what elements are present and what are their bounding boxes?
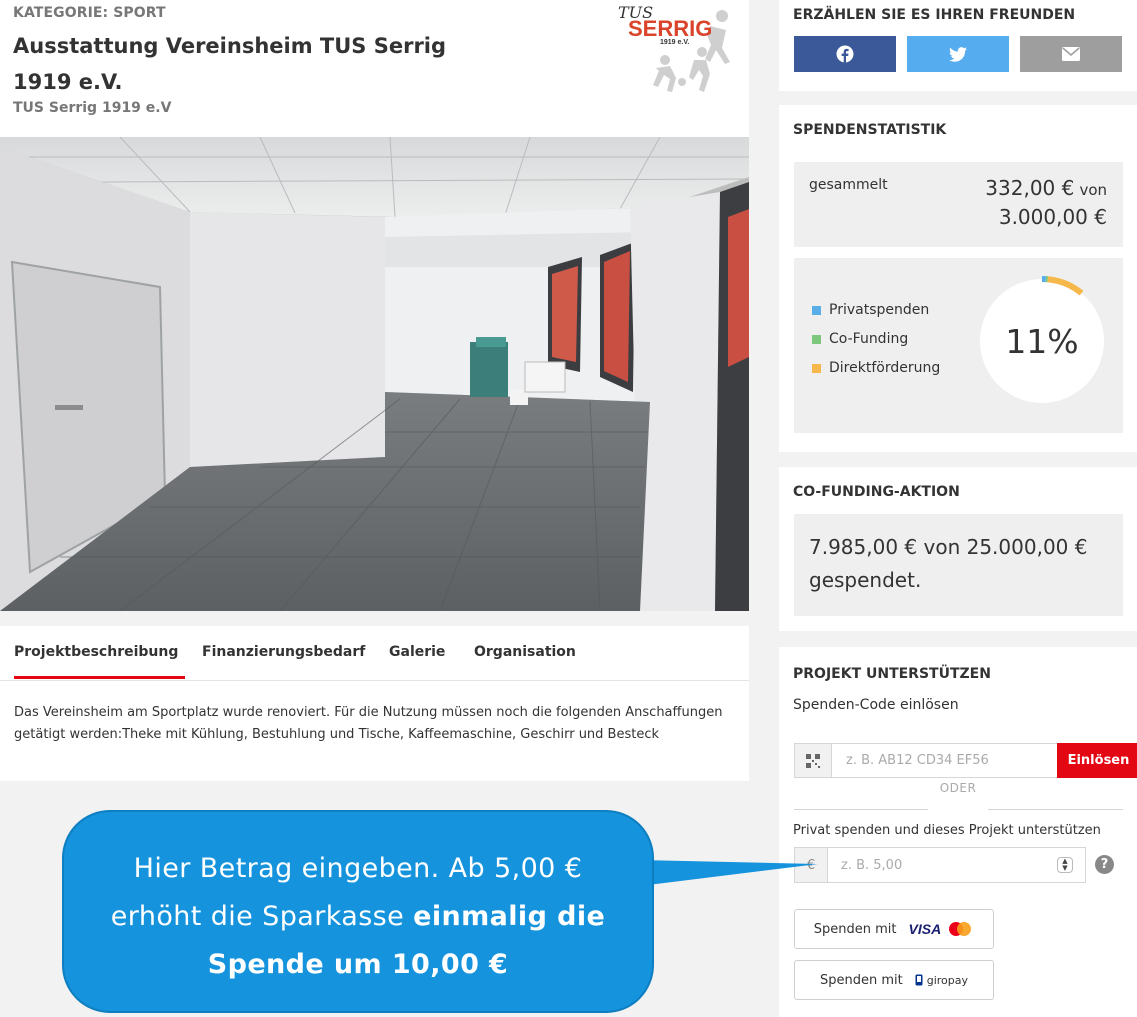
legend-swatch — [812, 363, 821, 373]
legend-cofunding: Co-Funding — [812, 331, 908, 347]
share-heading: ERZÄHLEN SIE ES IHREN FREUNDEN — [793, 7, 1076, 23]
statistics-card: SPENDENSTATISTIK gesammelt 332,00 € von … — [779, 105, 1137, 452]
tab-bar: Projektbeschreibung Finanzierungsbedarf … — [0, 626, 749, 681]
code-label: Spenden-Code einlösen — [793, 697, 959, 713]
funding-progress-donut: 11% — [977, 276, 1107, 406]
logo-text-3: 1919 e.V. — [660, 39, 689, 46]
cofunding-heading: CO-FUNDING-AKTION — [793, 484, 960, 500]
project-tabs-card: Projektbeschreibung Finanzierungsbedarf … — [0, 626, 749, 781]
share-twitter-button[interactable] — [907, 36, 1009, 72]
logo-text-2: SERRIG — [628, 16, 712, 41]
divider-right — [988, 809, 1123, 810]
project-title: Ausstattung Vereinsheim TUS Serrig 1919 … — [13, 34, 447, 94]
callout-line-3: Spende um 10,00 € — [207, 949, 509, 980]
project-header-card: KATEGORIE: SPORT Ausstattung Vereinsheim… — [0, 0, 749, 611]
share-email-button[interactable] — [1020, 36, 1122, 72]
giropay-icon: giropay — [915, 974, 968, 987]
code-input-group: Einlösen — [794, 743, 1137, 778]
club-logo: TUS SERRIG 1919 e.V. — [618, 3, 730, 92]
help-icon[interactable]: ? — [1095, 855, 1114, 874]
collected-box: gesammelt 332,00 € von 3.000,00 € — [794, 162, 1123, 247]
donation-code-input[interactable] — [833, 744, 1057, 777]
tab-finanzierungsbedarf[interactable]: Finanzierungsbedarf — [202, 644, 365, 676]
amount-stepper[interactable]: ▲ ▼ — [1057, 857, 1073, 873]
cofunding-card: CO-FUNDING-AKTION 7.985,00 € von 25.000,… — [779, 467, 1137, 631]
project-organization[interactable]: TUS Serrig 1919 e.V — [13, 100, 171, 116]
donation-amount-input[interactable] — [829, 848, 1049, 882]
legend-swatch — [812, 334, 821, 344]
pay-label: Spenden mit — [819, 972, 903, 988]
divider-left — [794, 809, 928, 810]
giropay-label: giropay — [926, 973, 969, 987]
room-photo-illustration — [0, 137, 749, 611]
share-card: ERZÄHLEN SIE ES IHREN FREUNDEN — [779, 0, 1137, 91]
facebook-icon — [836, 45, 854, 63]
redeem-button[interactable]: Einlösen — [1057, 743, 1137, 778]
legend-label: Privatspenden — [829, 302, 930, 318]
legend-privatspenden: Privatspenden — [812, 302, 929, 318]
goal-amount: 3.000,00 € — [998, 205, 1107, 229]
project-description: Das Vereinsheim am Sportplatz wurde reno… — [14, 705, 723, 742]
mastercard-icon — [949, 922, 972, 936]
collected-von: von — [1079, 181, 1107, 199]
instruction-callout: Hier Betrag eingeben. Ab 5,00 € erhöht d… — [62, 810, 654, 1013]
oder-separator: ODER — [939, 781, 977, 795]
twitter-icon — [949, 46, 967, 62]
project-photo[interactable] — [0, 137, 749, 611]
amount-input-group: € ▲▼ — [794, 847, 1086, 883]
callout-line-2b: einmalig die — [413, 901, 606, 932]
legend-label: Co-Funding — [829, 331, 909, 347]
project-category: KATEGORIE: SPORT — [13, 5, 166, 21]
visa-icon: VISA — [908, 921, 942, 937]
tab-galerie[interactable]: Galerie — [389, 644, 445, 676]
donate-giropay-button[interactable]: Spenden mit giropay — [794, 960, 994, 1000]
legend-swatch — [812, 305, 821, 315]
collected-amounts: 332,00 € von 3.000,00 € — [985, 175, 1107, 232]
donation-breakdown-box: Privatspenden Co-Funding Direktförderung… — [794, 258, 1123, 433]
legend-label: Direktförderung — [829, 360, 941, 376]
callout-line-2a: erhöht die Sparkasse — [110, 901, 414, 932]
callout-pointer — [640, 860, 818, 886]
callout-text: Hier Betrag eingeben. Ab 5,00 € erhöht d… — [64, 845, 652, 989]
cofunding-text: 7.985,00 € von 25.000,00 € gespendet. — [809, 535, 1088, 592]
tab-organisation[interactable]: Organisation — [474, 644, 576, 676]
support-heading: PROJEKT UNTERSTÜTZEN — [793, 666, 991, 682]
pay-label: Spenden mit — [813, 921, 897, 937]
share-facebook-button[interactable] — [794, 36, 896, 72]
tab-projektbeschreibung[interactable]: Projektbeschreibung — [14, 644, 185, 679]
qr-code-icon — [795, 744, 832, 777]
support-card: PROJEKT UNTERSTÜTZEN Spenden-Code einlös… — [779, 647, 1137, 1017]
percent-label: 11% — [1005, 322, 1078, 361]
email-icon — [1062, 47, 1080, 61]
collected-label: gesammelt — [809, 177, 888, 193]
callout-line-1: Hier Betrag eingeben. Ab 5,00 € — [133, 853, 583, 884]
cofunding-box: 7.985,00 € von 25.000,00 € gespendet. — [794, 514, 1123, 616]
statistics-heading: SPENDENSTATISTIK — [793, 122, 947, 138]
private-donation-label: Privat spenden und dieses Projekt unters… — [793, 823, 1101, 838]
collected-amount: 332,00 € — [985, 176, 1075, 200]
donate-visa-mastercard-button[interactable]: Spenden mit VISA — [794, 909, 994, 949]
legend-direktfoerderung: Direktförderung — [812, 360, 940, 376]
giropay-phone-icon — [915, 974, 923, 986]
